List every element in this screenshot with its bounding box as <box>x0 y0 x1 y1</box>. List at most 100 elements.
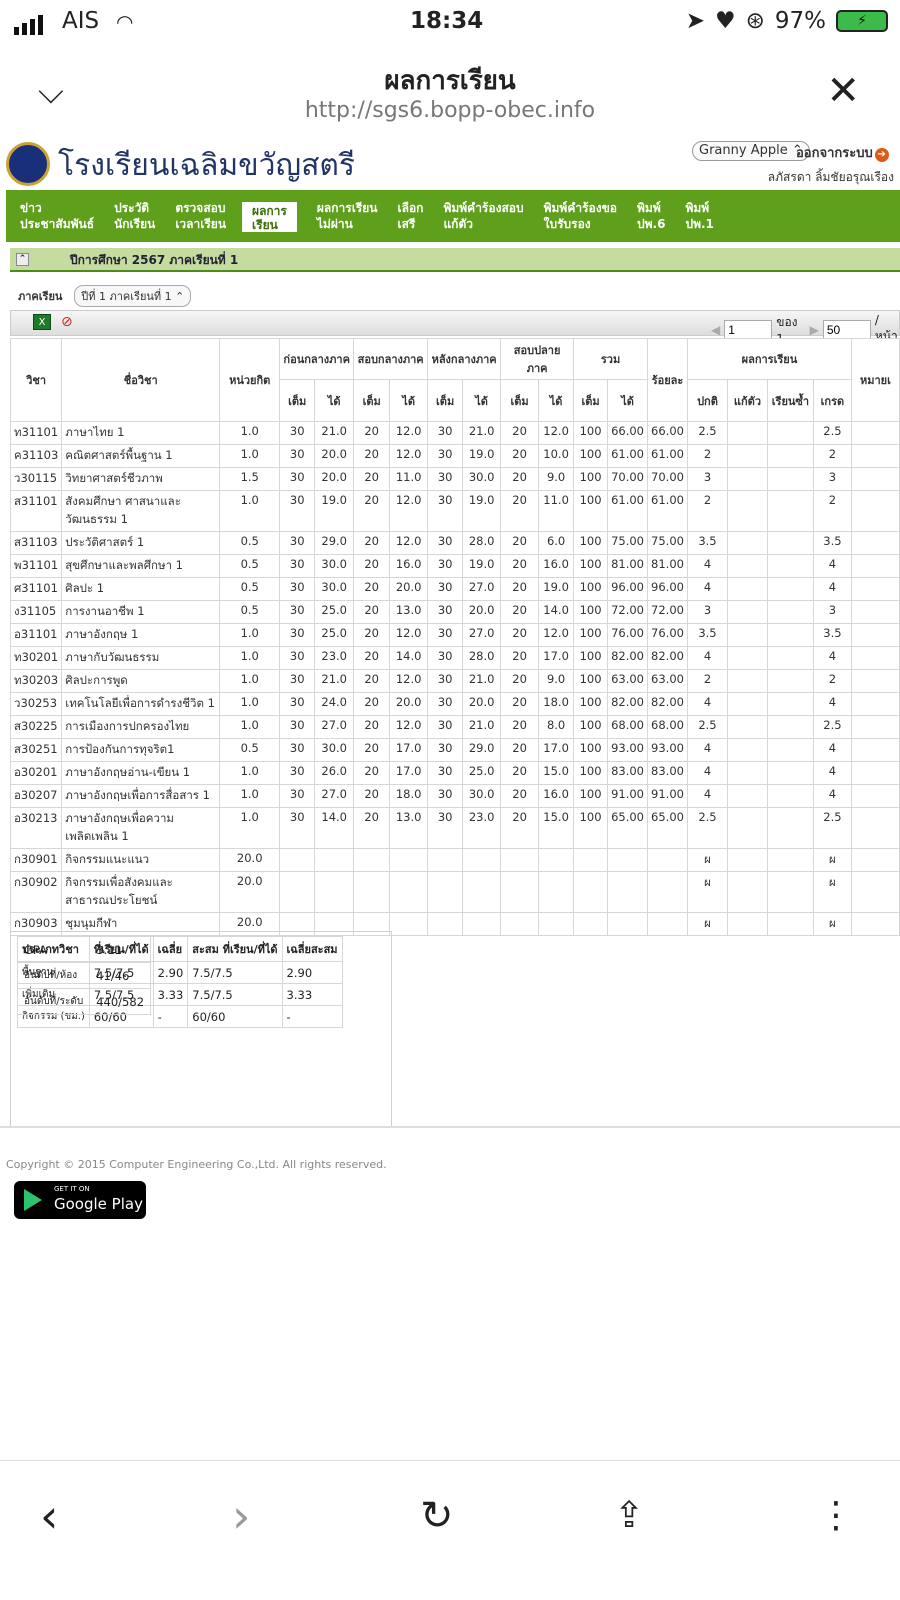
wifi-icon: ◠ <box>116 10 134 34</box>
cell-value <box>279 871 316 913</box>
menu-failed[interactable]: ผลการเรียน ไม่ผ่าน <box>303 190 384 242</box>
prev-page-icon[interactable]: ◀ <box>711 323 720 337</box>
note-cell <box>850 784 900 808</box>
cell-value: 30 <box>427 646 464 670</box>
cell-value: 76.00 <box>607 623 649 647</box>
menu-print-retest[interactable]: พิมพ์คำร้องสอบ แก้ตัว <box>429 190 529 242</box>
cell-value: 20.0 <box>462 692 502 716</box>
cell-value: 21.0 <box>462 715 502 739</box>
cell-value: 30 <box>427 807 464 849</box>
table-row: ท30201 ภาษากับวัฒนธรรม 1.0 30 23.0 20 14.0 30 28… <box>9 646 900 670</box>
note-cell <box>850 600 900 624</box>
table-row: ก30901 กิจกรรมแนะแนว 20.0 ผ ผ <box>9 848 900 872</box>
cell-value: 65.00 <box>647 807 688 849</box>
cell-value: 20 <box>353 692 391 716</box>
col-mid: สอบกลางภาค <box>353 338 429 380</box>
cell-value <box>462 871 502 913</box>
cell-value: 27.0 <box>462 577 502 601</box>
cell-value: 65.00 <box>607 807 649 849</box>
term-select[interactable]: ปีที่ 1 ภาคเรียนที่ 1 ⌃ <box>74 285 192 307</box>
excel-export-icon[interactable]: X <box>33 314 51 330</box>
next-page-icon[interactable]: ▶ <box>810 323 819 337</box>
cell-value <box>726 784 768 808</box>
cell-value: ผ <box>812 871 852 913</box>
logout-button[interactable]: ออกจากระบบ ➔ <box>796 142 889 163</box>
menu-profile[interactable]: ประวัติ นักเรียน <box>100 190 161 242</box>
cell-value: 25.0 <box>314 623 355 647</box>
cell-value: ผ <box>686 848 728 872</box>
more-icon[interactable]: ⋮ <box>818 1495 854 1536</box>
cell-value: 26.0 <box>314 761 355 785</box>
cell-value: 30 <box>427 554 464 578</box>
cell-value: 2.5 <box>686 421 728 445</box>
cell-value: 20 <box>500 646 540 670</box>
subject-code: อ30207 <box>9 784 63 808</box>
cell-value: 20 <box>500 467 540 491</box>
cell-value: 30 <box>279 784 316 808</box>
per-page-input[interactable] <box>822 319 871 340</box>
subject-name: การป้องกันการทุจริต1 <box>61 738 221 762</box>
cell-value: 20 <box>500 784 540 808</box>
menu-news[interactable]: ข่าว ประชาสัมพันธ์ <box>6 190 100 242</box>
cell-value: 20.0 <box>462 600 502 624</box>
forward-icon[interactable]: › <box>232 1489 250 1543</box>
menu-elective[interactable]: เลือก เสรี <box>384 190 430 242</box>
cell-value: 13.0 <box>389 807 429 849</box>
cell-value: 21.0 <box>462 669 502 693</box>
sum-avg: - <box>152 1005 189 1028</box>
cell-value: 20 <box>500 421 540 445</box>
cell-value: 18.0 <box>538 692 575 716</box>
subject-name: ภาษาอังกฤษเพื่อการสื่อสาร 1 <box>61 784 221 808</box>
cell-value: 68.00 <box>607 715 649 739</box>
table-row: ส31103 ประวัติศาสตร์ 1 0.5 30 29.0 20 12.0 30 28… <box>9 531 900 555</box>
user-select[interactable]: Granny Apple ⌃ <box>692 141 810 161</box>
no-print-icon[interactable]: ⊘ <box>61 314 81 332</box>
sum-cumavg: 2.90 <box>281 961 343 984</box>
browser-toolbar: ‹ › ↻ ⇪ ⋮ <box>0 1460 900 1600</box>
cell-value: 100 <box>573 554 609 578</box>
back-icon[interactable]: ‹ <box>40 1489 58 1543</box>
google-play-badge[interactable]: GET IT ON Google Play <box>14 1181 146 1219</box>
cell-value: 20 <box>500 761 540 785</box>
gpa-value: 3.11 <box>89 936 152 963</box>
note-cell <box>850 554 900 578</box>
reload-icon[interactable]: ↻ <box>420 1493 454 1539</box>
cell-value: 75.00 <box>647 531 688 555</box>
table-row: ส30251 การป้องกันการทุจริต1 0.5 30 30.0 20 17.… <box>9 738 900 762</box>
cell-value: 4 <box>812 554 852 578</box>
cell-value: 13.0 <box>389 600 429 624</box>
cell-value: 4 <box>686 646 728 670</box>
menu-attendance[interactable]: ตรวจสอบ เวลาเรียน <box>161 190 232 242</box>
cell-value <box>766 692 814 716</box>
menu-print-pp1[interactable]: พิมพ์ ปพ.1 <box>671 190 719 242</box>
cell-value: 63.00 <box>607 669 649 693</box>
menu-print-certificate[interactable]: พิมพ์คำร้องขอ ใบรับรอง <box>530 190 623 242</box>
sub-got: ได้ <box>538 379 575 422</box>
cell-value: 100 <box>573 669 609 693</box>
menu-grades[interactable]: ผลการ เรียน <box>242 202 297 232</box>
col-after-mid: หลังกลางภาค <box>427 338 502 380</box>
cell-value: 25.0 <box>314 600 355 624</box>
table-row: ส31101 สังคมศึกษา ศาสนาและวัฒนธรรม 1 1.0 30… <box>9 490 900 532</box>
cell-value: 30 <box>427 577 464 601</box>
subject-code: ก30902 <box>9 871 63 913</box>
cell-value: 20 <box>500 490 540 532</box>
cell-value: 30 <box>279 738 316 762</box>
collapse-icon[interactable]: ⌃ <box>16 253 29 266</box>
cell-value: 66.00 <box>607 421 649 445</box>
cell-value: 82.00 <box>647 692 688 716</box>
cell-value: 1.0 <box>219 807 281 849</box>
page-input[interactable] <box>724 319 773 340</box>
cell-value: 4 <box>686 577 728 601</box>
share-icon[interactable]: ⇪ <box>614 1495 644 1536</box>
sub-full: เต็ม <box>353 379 391 422</box>
cell-value <box>427 912 464 936</box>
status-bar: AIS ◠ 18:34 ➤ ♥ ⊛ 97% ⚡ <box>0 0 900 48</box>
menu-print-pp6[interactable]: พิมพ์ ปพ.6 <box>623 190 671 242</box>
cell-value: 1.0 <box>219 646 281 670</box>
cell-value: 20.0 <box>389 577 429 601</box>
close-icon[interactable]: ✕ <box>826 68 860 114</box>
play-store-icon <box>24 1189 42 1211</box>
cell-value: 70.00 <box>607 467 649 491</box>
cell-value: 3.5 <box>812 531 852 555</box>
